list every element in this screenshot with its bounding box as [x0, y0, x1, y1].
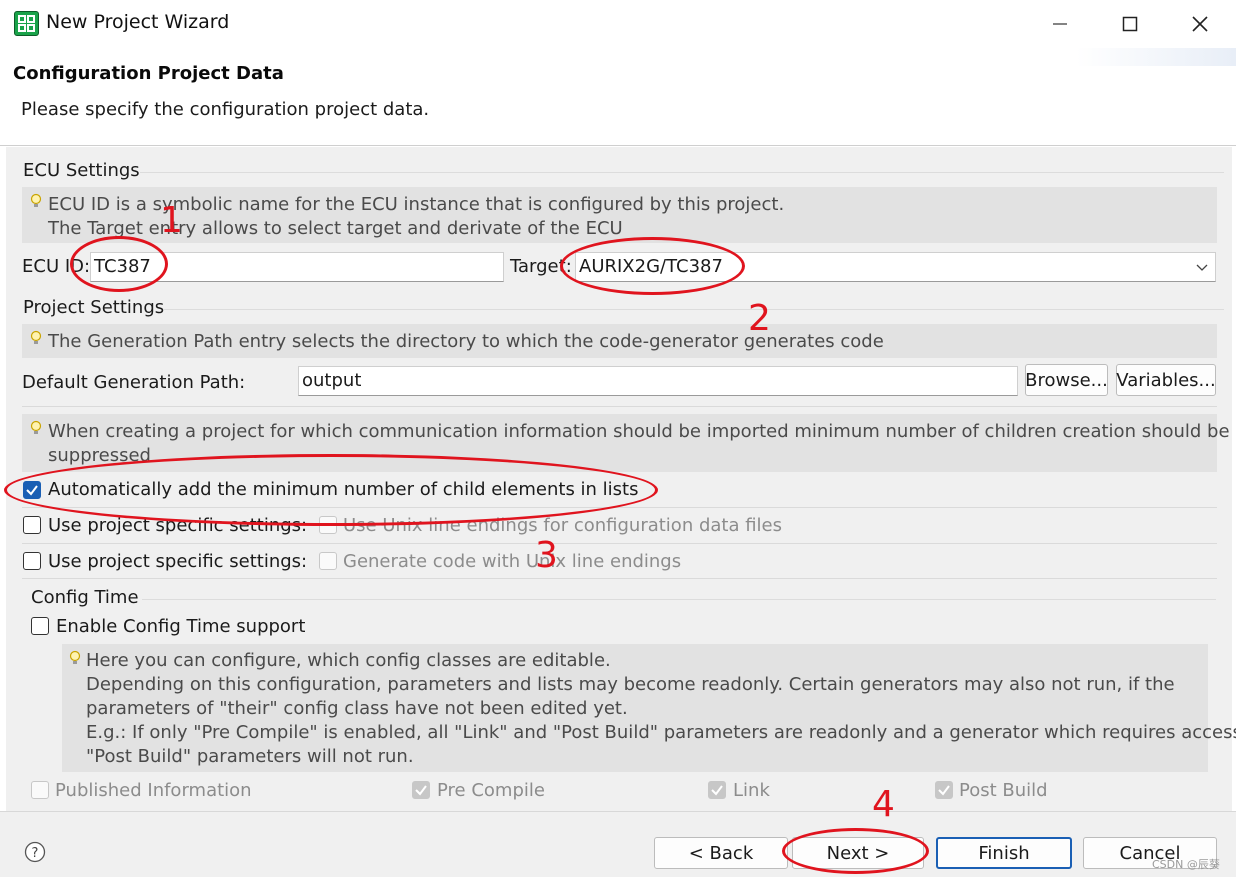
enable-config-time-label[interactable]: Enable Config Time support [56, 616, 305, 637]
app-logo-icon [14, 11, 39, 36]
post-build-checkbox[interactable] [935, 781, 953, 799]
browse-button[interactable]: Browse... [1025, 364, 1108, 396]
pre-compile-checkbox[interactable] [412, 781, 430, 799]
published-info-checkbox[interactable] [31, 781, 49, 799]
config-time-group-label: Config Time [31, 587, 139, 608]
help-icon[interactable]: ? [24, 841, 46, 868]
chevron-down-icon[interactable] [1195, 258, 1209, 279]
group-divider [142, 599, 1216, 600]
project-specific-label-2[interactable]: Use project specific settings: [48, 551, 307, 572]
minimize-icon[interactable] [1034, 8, 1086, 40]
group-divider [164, 309, 1224, 310]
annotation-number-3: 3 [535, 535, 558, 576]
svg-text:?: ? [32, 846, 39, 861]
children-hint-line-1: When creating a project for which commun… [48, 421, 1230, 442]
separator [22, 406, 1217, 407]
finish-button[interactable]: Finish [936, 837, 1072, 869]
close-icon[interactable] [1174, 8, 1226, 40]
lightbulb-icon [29, 193, 43, 211]
project-specific-checkbox-1[interactable] [23, 516, 41, 534]
annotation-circle-ecu-id [70, 236, 168, 292]
lightbulb-icon [68, 650, 82, 668]
config-hint-line-4: E.g.: If only "Pre Compile" is enabled, … [86, 722, 1236, 743]
enable-config-time-checkbox[interactable] [31, 617, 49, 635]
watermark: CSDN @辰葵 [1152, 858, 1220, 871]
published-info-label: Published Information [55, 780, 252, 801]
post-build-label: Post Build [959, 780, 1048, 801]
config-hint-line-5: "Post Build" parameters will not run. [86, 746, 414, 767]
link-checkbox[interactable] [708, 781, 726, 799]
pre-compile-label: Pre Compile [437, 780, 545, 801]
gen-path-input[interactable]: output [298, 366, 1018, 396]
unix-gen-label: Generate code with Unix line endings [343, 551, 682, 572]
config-hint-line-1: Here you can configure, which config cla… [86, 650, 611, 671]
project-specific-checkbox-2[interactable] [23, 552, 41, 570]
window-title: New Project Wizard [46, 11, 230, 33]
maximize-icon[interactable] [1104, 8, 1156, 40]
config-hint-line-2: Depending on this configuration, paramet… [86, 674, 1175, 695]
annotation-circle-auto-add [4, 454, 658, 526]
variables-button[interactable]: Variables... [1116, 364, 1216, 396]
back-button[interactable]: < Back [654, 837, 788, 869]
lightbulb-icon [29, 420, 43, 438]
annotation-circle-next [782, 828, 929, 874]
separator [22, 543, 1217, 544]
page-title: Configuration Project Data [13, 63, 284, 84]
annotation-circle-target [560, 237, 745, 295]
ecu-hint-line-1: ECU ID is a symbolic name for the ECU in… [48, 194, 785, 215]
ecu-settings-group-label: ECU Settings [23, 160, 140, 181]
group-divider [140, 172, 1224, 173]
lightbulb-icon [29, 330, 43, 348]
link-label: Link [733, 780, 770, 801]
separator [22, 578, 1217, 579]
annotation-number-2: 2 [748, 298, 771, 339]
gen-path-label: Default Generation Path: [22, 372, 246, 393]
header-banner [1076, 48, 1236, 66]
project-settings-group-label: Project Settings [23, 297, 165, 318]
annotation-number-1: 1 [160, 200, 183, 241]
unix-gen-checkbox[interactable] [319, 552, 337, 570]
page-description: Please specify the configuration project… [21, 99, 430, 120]
annotation-number-4: 4 [872, 784, 895, 825]
config-hint-line-3: parameters of "their" config class have … [86, 698, 628, 719]
